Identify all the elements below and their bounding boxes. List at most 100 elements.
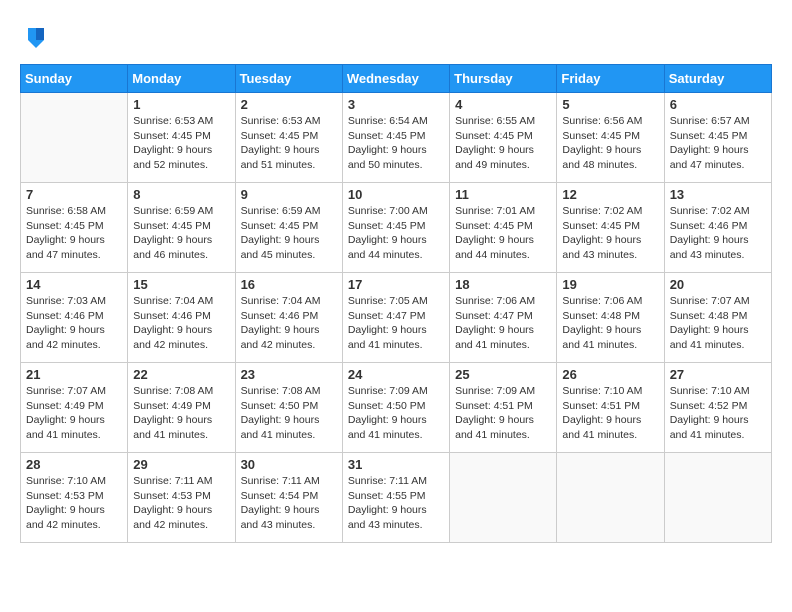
cell-info-line: Daylight: 9 hours xyxy=(455,143,551,158)
day-header-monday: Monday xyxy=(128,65,235,93)
day-number: 6 xyxy=(670,97,766,112)
day-number: 8 xyxy=(133,187,229,202)
cell-info-line: and 42 minutes. xyxy=(241,338,337,353)
cell-info-line: and 44 minutes. xyxy=(348,248,444,263)
cell-info-line: Daylight: 9 hours xyxy=(348,233,444,248)
cell-info-line: Sunrise: 6:53 AM xyxy=(241,114,337,129)
cell-info-line: Sunrise: 7:10 AM xyxy=(562,384,658,399)
calendar-cell: 3Sunrise: 6:54 AMSunset: 4:45 PMDaylight… xyxy=(342,93,449,183)
calendar-cell: 2Sunrise: 6:53 AMSunset: 4:45 PMDaylight… xyxy=(235,93,342,183)
cell-info-line: Sunset: 4:46 PM xyxy=(670,219,766,234)
day-header-wednesday: Wednesday xyxy=(342,65,449,93)
calendar-header: SundayMondayTuesdayWednesdayThursdayFrid… xyxy=(21,65,772,93)
calendar-cell: 13Sunrise: 7:02 AMSunset: 4:46 PMDayligh… xyxy=(664,183,771,273)
cell-info-line: Sunrise: 7:02 AM xyxy=(670,204,766,219)
cell-info-line: Daylight: 9 hours xyxy=(26,413,122,428)
calendar-cell: 31Sunrise: 7:11 AMSunset: 4:55 PMDayligh… xyxy=(342,453,449,543)
cell-info-line: Sunset: 4:45 PM xyxy=(562,219,658,234)
cell-info-line: Daylight: 9 hours xyxy=(241,233,337,248)
cell-info-line: and 41 minutes. xyxy=(670,428,766,443)
page-header xyxy=(20,20,772,48)
calendar-cell: 7Sunrise: 6:58 AMSunset: 4:45 PMDaylight… xyxy=(21,183,128,273)
cell-info-line: Sunset: 4:54 PM xyxy=(241,489,337,504)
cell-info-line: Sunset: 4:45 PM xyxy=(670,129,766,144)
calendar-cell: 10 Sunrise: 7:00 AMSunset: 4:45 PMDayligh… xyxy=(342,183,449,273)
cell-info-line: and 48 minutes. xyxy=(562,158,658,173)
cell-info-line: Sunrise: 7:11 AM xyxy=(133,474,229,489)
day-header-saturday: Saturday xyxy=(664,65,771,93)
cell-info-line: Sunset: 4:46 PM xyxy=(241,309,337,324)
cell-info-line: Sunset: 4:45 PM xyxy=(348,129,444,144)
cell-info-line: Daylight: 9 hours xyxy=(455,233,551,248)
logo-icon xyxy=(20,20,48,48)
cell-info-line: Sunrise: 7:00 AM xyxy=(348,204,444,219)
cell-info-line: Sunrise: 7:10 AM xyxy=(670,384,766,399)
cell-info-line: Sunrise: 6:53 AM xyxy=(133,114,229,129)
cell-info-line: and 43 minutes. xyxy=(348,518,444,533)
cell-info-line: and 43 minutes. xyxy=(241,518,337,533)
calendar-cell: 4Sunrise: 6:55 AMSunset: 4:45 PMDaylight… xyxy=(450,93,557,183)
week-row-4: 28Sunrise: 7:10 AMSunset: 4:53 PMDayligh… xyxy=(21,453,772,543)
cell-info-line: and 45 minutes. xyxy=(241,248,337,263)
cell-info-line: Sunrise: 7:04 AM xyxy=(241,294,337,309)
cell-info-line: Sunrise: 7:03 AM xyxy=(26,294,122,309)
calendar-cell: 5Sunrise: 6:56 AMSunset: 4:45 PMDaylight… xyxy=(557,93,664,183)
calendar-cell xyxy=(21,93,128,183)
cell-info-line: Daylight: 9 hours xyxy=(562,413,658,428)
cell-info-line: Sunset: 4:48 PM xyxy=(670,309,766,324)
cell-info-line: and 42 minutes. xyxy=(26,338,122,353)
day-number: 10 xyxy=(348,187,444,202)
cell-info-line: and 42 minutes. xyxy=(133,518,229,533)
header-row: SundayMondayTuesdayWednesdayThursdayFrid… xyxy=(21,65,772,93)
cell-info-line: and 47 minutes. xyxy=(670,158,766,173)
calendar-cell xyxy=(557,453,664,543)
cell-info-line: and 52 minutes. xyxy=(133,158,229,173)
cell-info-line: Sunset: 4:49 PM xyxy=(133,399,229,414)
cell-info-line: and 41 minutes. xyxy=(133,428,229,443)
cell-info-line: Daylight: 9 hours xyxy=(241,503,337,518)
cell-info-line: Daylight: 9 hours xyxy=(241,323,337,338)
day-number: 12 xyxy=(562,187,658,202)
cell-info-line: Sunset: 4:52 PM xyxy=(670,399,766,414)
day-number: 3 xyxy=(348,97,444,112)
cell-info-line: Sunrise: 7:09 AM xyxy=(455,384,551,399)
cell-info-line: Sunset: 4:45 PM xyxy=(348,219,444,234)
cell-info-line: Sunrise: 7:09 AM xyxy=(348,384,444,399)
cell-info-line: Sunset: 4:45 PM xyxy=(455,129,551,144)
day-number: 25 xyxy=(455,367,551,382)
cell-info-line: Sunset: 4:50 PM xyxy=(348,399,444,414)
cell-info-line: Sunrise: 6:59 AM xyxy=(133,204,229,219)
calendar-cell: 20Sunrise: 7:07 AMSunset: 4:48 PMDayligh… xyxy=(664,273,771,363)
cell-info-line: and 41 minutes. xyxy=(241,428,337,443)
calendar-cell: 25Sunrise: 7:09 AMSunset: 4:51 PMDayligh… xyxy=(450,363,557,453)
cell-info-line: Sunset: 4:45 PM xyxy=(455,219,551,234)
day-number: 13 xyxy=(670,187,766,202)
calendar-table: SundayMondayTuesdayWednesdayThursdayFrid… xyxy=(20,64,772,543)
cell-info-line: Daylight: 9 hours xyxy=(562,233,658,248)
day-number: 23 xyxy=(241,367,337,382)
cell-info-line: Sunrise: 7:06 AM xyxy=(455,294,551,309)
cell-info-line: Daylight: 9 hours xyxy=(26,233,122,248)
cell-info-line: and 41 minutes. xyxy=(562,338,658,353)
week-row-2: 14Sunrise: 7:03 AMSunset: 4:46 PMDayligh… xyxy=(21,273,772,363)
week-row-1: 7Sunrise: 6:58 AMSunset: 4:45 PMDaylight… xyxy=(21,183,772,273)
cell-info-line: Daylight: 9 hours xyxy=(562,323,658,338)
cell-info-line: and 43 minutes. xyxy=(670,248,766,263)
logo xyxy=(20,20,52,48)
cell-info-line: and 41 minutes. xyxy=(670,338,766,353)
cell-info-line: Sunset: 4:47 PM xyxy=(348,309,444,324)
cell-info-line: and 49 minutes. xyxy=(455,158,551,173)
day-number: 2 xyxy=(241,97,337,112)
calendar-cell: 15Sunrise: 7:04 AMSunset: 4:46 PMDayligh… xyxy=(128,273,235,363)
cell-info-line: Sunrise: 7:04 AM xyxy=(133,294,229,309)
cell-info-line: and 41 minutes. xyxy=(455,428,551,443)
calendar-cell: 19Sunrise: 7:06 AMSunset: 4:48 PMDayligh… xyxy=(557,273,664,363)
cell-info-line: and 41 minutes. xyxy=(562,428,658,443)
cell-info-line: and 51 minutes. xyxy=(241,158,337,173)
cell-info-line: Daylight: 9 hours xyxy=(670,143,766,158)
calendar-cell: 23Sunrise: 7:08 AMSunset: 4:50 PMDayligh… xyxy=(235,363,342,453)
cell-info-line: Sunset: 4:51 PM xyxy=(455,399,551,414)
calendar-cell: 24Sunrise: 7:09 AMSunset: 4:50 PMDayligh… xyxy=(342,363,449,453)
day-header-thursday: Thursday xyxy=(450,65,557,93)
cell-info-line: Daylight: 9 hours xyxy=(26,503,122,518)
